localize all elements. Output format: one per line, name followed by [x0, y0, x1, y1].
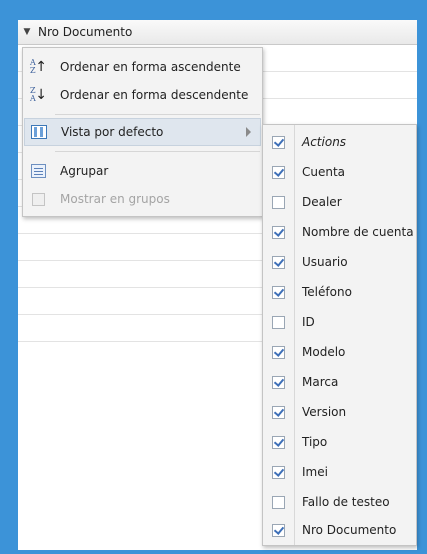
column-toggle-fallo-de-testeo[interactable]: Fallo de testeo [263, 487, 416, 517]
checkbox-unchecked-icon[interactable] [272, 315, 285, 329]
column-header-nro-documento[interactable]: ▼ Nro Documento [18, 20, 417, 44]
checkbox-checked-icon[interactable] [272, 465, 285, 479]
menu-item-show-in-groups: Mostrar en grupos [24, 185, 261, 213]
submenu-arrow-icon [246, 127, 251, 137]
column-context-menu: AZ ↑ Ordenar en forma ascendente ZA ↓ Or… [22, 47, 263, 217]
column-toggle-label: Fallo de testeo [302, 495, 390, 509]
checkbox-checked-icon[interactable] [272, 435, 285, 449]
menu-separator [55, 114, 260, 115]
column-toggle-marca[interactable]: Marca [263, 367, 416, 397]
menu-item-label: Ordenar en forma descendente [60, 88, 249, 102]
sort-ascending-icon: AZ ↑ [30, 58, 47, 76]
grid-header: ▼ Nro Documento [18, 20, 417, 45]
menu-separator [55, 151, 260, 152]
menu-item-group[interactable]: Agrupar [24, 157, 261, 185]
checkbox-checked-icon[interactable] [272, 345, 285, 359]
column-toggle-label: Usuario [302, 255, 348, 269]
checkbox-checked-icon[interactable] [272, 255, 285, 269]
checkbox-checked-icon[interactable] [272, 225, 285, 239]
menu-item-label: Vista por defecto [61, 125, 164, 139]
column-toggle-label: Marca [302, 375, 339, 389]
column-toggle-imei[interactable]: Imei [263, 457, 416, 487]
column-toggle-tipo[interactable]: Tipo [263, 427, 416, 457]
column-toggle-version[interactable]: Version [263, 397, 416, 427]
column-toggle-telefono[interactable]: Teléfono [263, 277, 416, 307]
checkbox-checked-icon[interactable] [272, 285, 285, 299]
column-toggle-label: Actions [302, 135, 347, 149]
column-toggle-label: Tipo [302, 435, 328, 449]
sort-descending-icon: ZA ↓ [30, 86, 47, 104]
column-toggle-modelo[interactable]: Modelo [263, 337, 416, 367]
menu-item-label: Ordenar en forma ascendente [60, 60, 241, 74]
column-toggle-label: ID [302, 315, 315, 329]
menu-item-sort-ascending[interactable]: AZ ↑ Ordenar en forma ascendente [24, 53, 261, 81]
column-toggle-id[interactable]: ID [263, 307, 416, 337]
checkbox-unchecked-icon[interactable] [272, 195, 285, 209]
columns-icon [30, 123, 48, 141]
window-frame: ▼ Nro Documento AZ ↑ Ordenar en forma as… [0, 0, 427, 554]
column-toggle-label: Dealer [302, 195, 342, 209]
columns-submenu: Actions Cuenta Dealer Nombre de cuenta U… [262, 124, 417, 546]
checkbox-unchecked-icon[interactable] [272, 495, 285, 509]
menu-item-label: Agrupar [60, 164, 109, 178]
column-toggle-label: Modelo [302, 345, 346, 359]
column-toggle-nro-documento[interactable]: Nro Documento [263, 515, 416, 545]
column-toggle-label: Nro Documento [302, 523, 397, 537]
column-toggle-nombre-de-cuenta[interactable]: Nombre de cuenta [263, 217, 416, 247]
column-toggle-dealer[interactable]: Dealer [263, 187, 416, 217]
menu-item-sort-descending[interactable]: ZA ↓ Ordenar en forma descendente [24, 81, 261, 109]
column-header-label: Nro Documento [38, 25, 133, 39]
column-toggle-label: Version [302, 405, 347, 419]
column-toggle-label: Cuenta [302, 165, 346, 179]
checkbox-checked-icon[interactable] [272, 405, 285, 419]
column-toggle-actions[interactable]: Actions [263, 127, 416, 157]
checkbox-checked-icon[interactable] [272, 135, 285, 149]
checkbox-checked-icon[interactable] [272, 523, 285, 537]
checkbox-icon [29, 190, 47, 208]
column-toggle-cuenta[interactable]: Cuenta [263, 157, 416, 187]
column-toggle-label: Teléfono [302, 285, 352, 299]
checkbox-checked-icon[interactable] [272, 165, 285, 179]
column-toggle-label: Imei [302, 465, 328, 479]
checkbox-checked-icon[interactable] [272, 375, 285, 389]
menu-item-label: Mostrar en grupos [60, 192, 170, 206]
dropdown-trigger-icon[interactable]: ▼ [18, 20, 36, 44]
column-toggle-usuario[interactable]: Usuario [263, 247, 416, 277]
menu-item-default-view[interactable]: Vista por defecto [24, 118, 261, 146]
column-toggle-label: Nombre de cuenta [302, 225, 414, 239]
group-icon [29, 162, 47, 180]
